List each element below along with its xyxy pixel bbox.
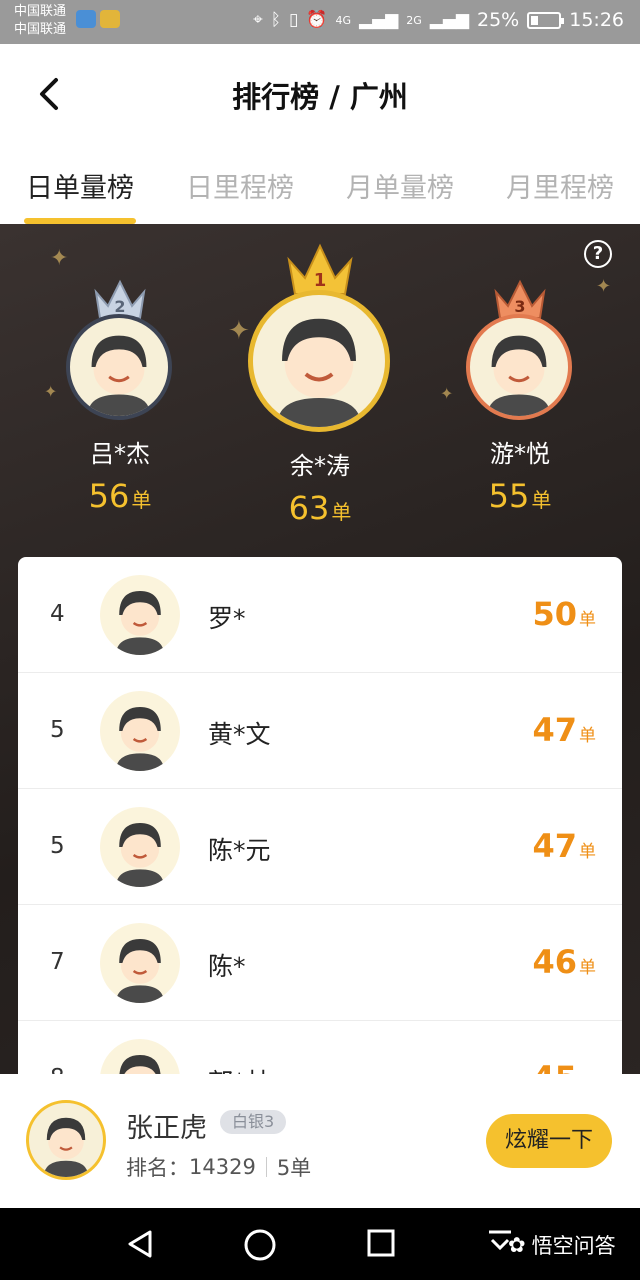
avatar-icon <box>119 1055 161 1074</box>
avatar <box>100 807 180 887</box>
network-4g-label: 4G <box>335 13 351 27</box>
system-nav-bar: ✿ 悟空问答 <box>0 1208 640 1280</box>
tab-bar: 日单量榜 日里程榜 月单量榜 月里程榜 <box>0 144 640 224</box>
table-row[interactable]: 7 陈* 46 单 <box>18 905 622 1021</box>
row-name: 罗* <box>208 604 246 633</box>
avatar-icon <box>116 707 164 771</box>
location-icon: ⌖ <box>253 10 263 30</box>
help-icon[interactable]: ? <box>584 240 612 268</box>
show-off-button[interactable]: 炫耀一下 <box>486 1114 612 1168</box>
row-name: 郭*林 <box>208 1063 271 1074</box>
avatar <box>100 691 180 771</box>
podium-second-count: 56 单 <box>88 477 152 515</box>
sparkle-icon: ✦ <box>50 246 69 271</box>
recents-nav-icon[interactable] <box>366 1228 396 1258</box>
battery-fill <box>531 15 539 25</box>
carrier-2: 中国联通 <box>14 22 67 37</box>
page-title: 排行榜 / 广州 <box>232 80 408 114</box>
rank-value: 14329 <box>189 1155 256 1179</box>
alarm-icon: ⏰ <box>306 10 328 30</box>
my-avatar <box>26 1100 106 1180</box>
status-bar: 中国联通 中国联通 ⌖ ᛒ ▯ ⏰ 4G ▂▄▆ 2G ▂▄▆ 25% 15:2… <box>0 0 640 44</box>
avatar-icon <box>87 335 151 416</box>
row-rank: 5 <box>50 833 65 859</box>
podium-second[interactable]: 2 吕*杰 56 单 <box>66 276 174 515</box>
status-indicators: ⌖ ᛒ ▯ ⏰ 4G ▂▄▆ 2G ▂▄▆ 25% 15:26 <box>253 9 624 31</box>
podium-first-count: 63 单 <box>288 489 352 527</box>
row-rank: 5 <box>50 717 65 743</box>
battery-icon <box>527 11 565 29</box>
my-orders: 5单 <box>276 1156 312 1180</box>
row-name: 黄*文 <box>208 720 271 749</box>
clock: 15:26 <box>569 9 624 31</box>
sparkle-icon: ✦ <box>596 276 612 297</box>
tab-monthly-orders[interactable]: 月单量榜 <box>320 144 480 224</box>
podium-second-name: 吕*杰 <box>90 440 150 468</box>
sparkle-icon: ✦ <box>228 316 250 346</box>
table-row[interactable]: 4 罗* 50 单 <box>18 557 622 673</box>
table-row[interactable]: 5 黄*文 47 单 <box>18 673 622 789</box>
my-name: 张正虎 <box>126 1113 207 1144</box>
row-count: 47 单 <box>532 827 596 865</box>
row-rank: 8 <box>50 1065 65 1074</box>
avatar-icon <box>276 318 362 427</box>
podium-third[interactable]: 3 游*悦 55 单 <box>466 276 574 515</box>
avatar-icon <box>43 1117 89 1177</box>
podium-third-avatar <box>466 314 572 420</box>
carrier-1: 中国联通 <box>14 4 67 19</box>
header: 排行榜 / 广州 <box>0 44 640 144</box>
podium-second-avatar <box>66 314 172 420</box>
network-2g-label: 2G <box>406 13 422 27</box>
rank-label: 排名： <box>126 1156 189 1180</box>
row-count: 45单 <box>532 1059 596 1074</box>
wukong-logo-icon: ✿ <box>508 1233 526 1257</box>
my-rank-info: 排名： 14329 5单 <box>126 1152 311 1182</box>
podium-first-rank: 1 <box>314 270 327 291</box>
avatar <box>100 575 180 655</box>
avatar <box>100 923 180 1003</box>
sparkle-icon: ✦ <box>440 384 454 403</box>
podium-first-name: 余*涛 <box>290 452 350 480</box>
table-row[interactable]: 5 陈*元 47 单 <box>18 789 622 905</box>
level-badge: 白银3 <box>220 1110 287 1134</box>
tab-daily-mileage[interactable]: 日里程榜 <box>160 144 320 224</box>
podium-third-name: 游*悦 <box>490 440 550 468</box>
row-name: 陈*元 <box>208 836 271 865</box>
wallet-app-icon <box>100 10 120 28</box>
avatar-icon <box>487 335 551 416</box>
row-name: 陈* <box>208 952 246 981</box>
watermark: ✿ 悟空问答 <box>508 1233 616 1258</box>
podium-first-avatar <box>248 290 390 432</box>
avatar-icon <box>116 591 164 655</box>
avatar-icon <box>116 939 164 1003</box>
ranking-list[interactable]: 4 罗* 50单 5 黄*文 47单 5 陈*元 47单 7 陈* 46单 8 … <box>18 557 622 1074</box>
signal-icon-2: ▂▄▆ <box>429 10 469 30</box>
tab-monthly-mileage[interactable]: 月里程榜 <box>480 144 640 224</box>
table-row[interactable]: 8 郭*林 45单 <box>18 1021 622 1074</box>
tab-daily-orders[interactable]: 日单量榜 <box>0 144 160 224</box>
avatar-icon <box>116 823 164 887</box>
row-rank: 4 <box>50 601 65 627</box>
signal-icon: ▂▄▆ <box>359 10 399 30</box>
home-nav-icon[interactable] <box>243 1228 277 1262</box>
row-count: 47 单 <box>532 711 596 749</box>
divider <box>265 1157 267 1177</box>
battery-percent: 25% <box>477 9 520 31</box>
my-rank-card: 张正虎 白银3 排名： 14329 5单 炫耀一下 <box>0 1074 640 1208</box>
avatar <box>100 1039 180 1074</box>
notification-icons <box>76 10 120 28</box>
back-nav-icon[interactable] <box>124 1228 156 1260</box>
row-count: 46 单 <box>532 943 596 981</box>
podium-third-count: 55 单 <box>488 477 552 515</box>
vibrate-icon: ▯ <box>288 10 299 30</box>
bluetooth-icon: ᛒ <box>270 10 281 30</box>
bird-app-icon <box>76 10 96 28</box>
podium-first[interactable]: 1 余*涛 63 单 <box>248 242 392 527</box>
carrier-labels: 中国联通 中国联通 <box>14 3 66 39</box>
sparkle-icon: ✦ <box>44 382 58 401</box>
row-rank: 7 <box>50 949 65 975</box>
row-count: 50 单 <box>532 595 596 633</box>
